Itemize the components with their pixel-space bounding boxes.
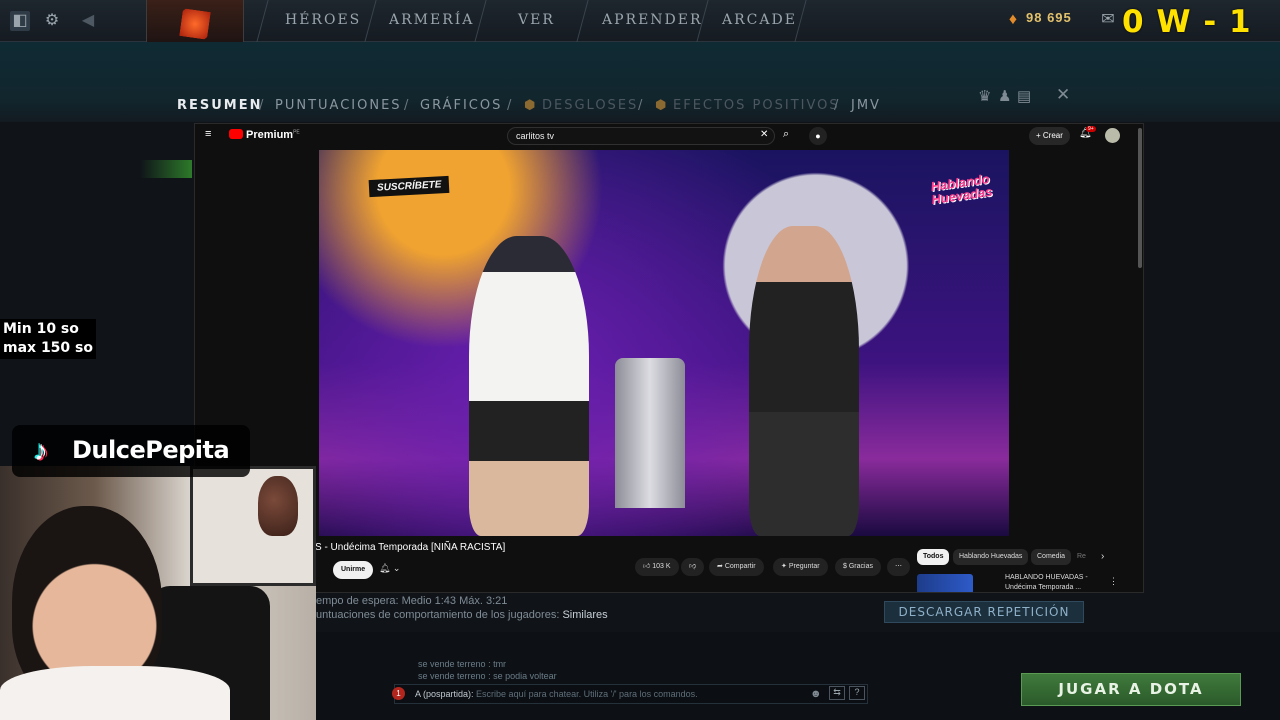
tiktok-banner: ♪ DulcePepita	[12, 425, 250, 477]
minmax-label: Min 10 so max 150 so	[0, 319, 96, 359]
video-person	[469, 236, 589, 536]
tab-graphs[interactable]: GRÁFICOS	[420, 98, 502, 113]
subnav-separator: /	[834, 98, 841, 113]
microphone-icon[interactable]: ●	[809, 127, 827, 145]
webcam-shelf	[190, 466, 316, 586]
settings-gear-icon[interactable]: ⚙	[42, 11, 62, 31]
more-button[interactable]: ⋯	[887, 558, 910, 576]
channel-logo: Hablando Huevadas	[929, 171, 994, 208]
top-nav-bar: ◧ ⚙ ◀ HÉROES ARMERÍA VER APRENDER ARCADE…	[0, 0, 1280, 76]
help-icon[interactable]: ?	[849, 686, 865, 700]
video-person	[749, 226, 859, 536]
green-bar	[140, 160, 192, 178]
nav-watch[interactable]: VER	[518, 12, 555, 28]
tiktok-username: DulcePepita	[72, 436, 230, 464]
close-icon[interactable]: ✕	[1056, 85, 1070, 105]
tab-summary[interactable]: RESUMEN	[177, 98, 263, 113]
ask-button[interactable]: ✦ Preguntar	[773, 558, 828, 576]
behavior-link[interactable]: Similares	[562, 609, 607, 621]
youtube-header: ≡ PremiumPE carlitos tv ✕ ⌕ ● + Crear 🔔︎…	[195, 124, 1143, 148]
chat-channel-icon[interactable]: ⇆	[829, 686, 845, 700]
tab-scores[interactable]: PUNTUACIONES	[275, 98, 402, 113]
download-replay-button[interactable]: DESCARGAR REPETICIÓN	[884, 601, 1084, 623]
plus-icon: ⬢	[655, 98, 669, 113]
youtube-search-input[interactable]: carlitos tv	[507, 127, 775, 145]
nav-armory[interactable]: ARMERÍA	[389, 12, 474, 28]
subnav-separator: /	[404, 98, 411, 113]
scrollbar[interactable]	[1138, 128, 1142, 268]
back-arrow-icon[interactable]: ◀	[78, 11, 98, 31]
share-button[interactable]: ➦ Compartir	[709, 558, 764, 576]
hamburger-menu-icon[interactable]: ≡	[205, 128, 211, 140]
video-player[interactable]: SUSCRÍBETE Hablando Huevadas	[319, 150, 1009, 536]
plus-icon: ⬢	[524, 98, 538, 113]
chat-badge: 1	[392, 687, 405, 700]
mail-icon[interactable]: ✉	[1098, 10, 1118, 30]
recommended-title[interactable]: HABLANDO HUEVADAS - Undécima Temporada .…	[1005, 573, 1088, 592]
subnav-separator: /	[259, 98, 266, 113]
subscribe-badge: SUSCRÍBETE	[368, 175, 450, 198]
nav-arcade[interactable]: ARCADE	[722, 12, 797, 28]
video-title: S - Undécima Temporada [NIÑA RACISTA]	[315, 542, 506, 553]
webcam-shirt	[0, 666, 230, 720]
youtube-window: ≡ PremiumPE carlitos tv ✕ ⌕ ● + Crear 🔔︎…	[194, 123, 1144, 593]
trash-icon[interactable]: ▤	[1017, 87, 1031, 105]
bell-icon[interactable]: 🔔︎ ⌄	[379, 563, 400, 574]
tab-positive-effects[interactable]: EFECTOS POSITIVOS	[673, 98, 840, 113]
kebab-menu-icon[interactable]: ⋮	[1109, 576, 1118, 587]
subnav-separator: /	[638, 98, 645, 113]
crown-icon[interactable]: ♛	[978, 87, 991, 105]
figure-icon[interactable]: ♟	[998, 87, 1011, 105]
tab-breakdowns[interactable]: DESGLOSES	[542, 98, 638, 113]
chip-hablando-huevadas[interactable]: Hablando Huevadas	[953, 549, 1029, 565]
chat-message: se vende terreno : se podia voltear	[418, 671, 557, 681]
chat-input[interactable]: A (pospartida): Escribe aquí para chatea…	[394, 684, 868, 704]
dota-logo[interactable]	[146, 0, 244, 48]
nav-heroes[interactable]: HÉROES	[285, 12, 361, 28]
webcam-vase	[258, 476, 298, 536]
thanks-button[interactable]: $ Gracias	[835, 558, 881, 576]
shards-icon: ♦	[1008, 11, 1018, 28]
tab-mvp[interactable]: JMV	[851, 98, 881, 113]
dislike-button[interactable]: 👎︎	[681, 558, 705, 576]
tiktok-logo-icon: ♪	[34, 435, 48, 466]
create-button[interactable]: + Crear	[1029, 127, 1070, 145]
avatar[interactable]	[1105, 128, 1120, 143]
search-icon[interactable]: ⌕	[783, 128, 789, 141]
wait-time-info: empo de espera: Medio 1:43 Máx. 3:21	[316, 595, 508, 607]
play-dota-button[interactable]: JUGAR A DOTA	[1021, 673, 1241, 706]
chat-message: se vende terreno : tmr	[418, 659, 507, 669]
nav-learn[interactable]: APRENDER	[602, 12, 703, 28]
emoji-icon[interactable]: ☻	[810, 688, 822, 700]
behavior-info: untuaciones de comportamiento de los jug…	[316, 609, 608, 621]
dota-app-icon[interactable]: ◧	[10, 11, 30, 31]
clear-search-icon[interactable]: ✕	[760, 129, 768, 140]
chip-more[interactable]: Re	[1071, 549, 1092, 565]
currency-amount: 98 695	[1026, 10, 1072, 25]
webcam-feed	[0, 466, 316, 720]
join-button[interactable]: Unirme	[333, 561, 374, 579]
youtube-logo[interactable]: PremiumPE	[229, 129, 300, 141]
chevron-right-icon[interactable]: ›	[1101, 551, 1104, 562]
chip-all[interactable]: Todos	[917, 549, 950, 565]
video-table	[615, 358, 685, 508]
like-button[interactable]: 👍︎ 103 K	[635, 558, 679, 576]
notification-count: 9+	[1086, 126, 1096, 132]
subnav-separator: /	[507, 98, 514, 113]
recommended-thumbnail[interactable]	[917, 574, 973, 592]
chip-comedy[interactable]: Comedia	[1031, 549, 1072, 565]
video-details: S - Undécima Temporada [NIÑA RACISTA] Un…	[195, 536, 1143, 592]
